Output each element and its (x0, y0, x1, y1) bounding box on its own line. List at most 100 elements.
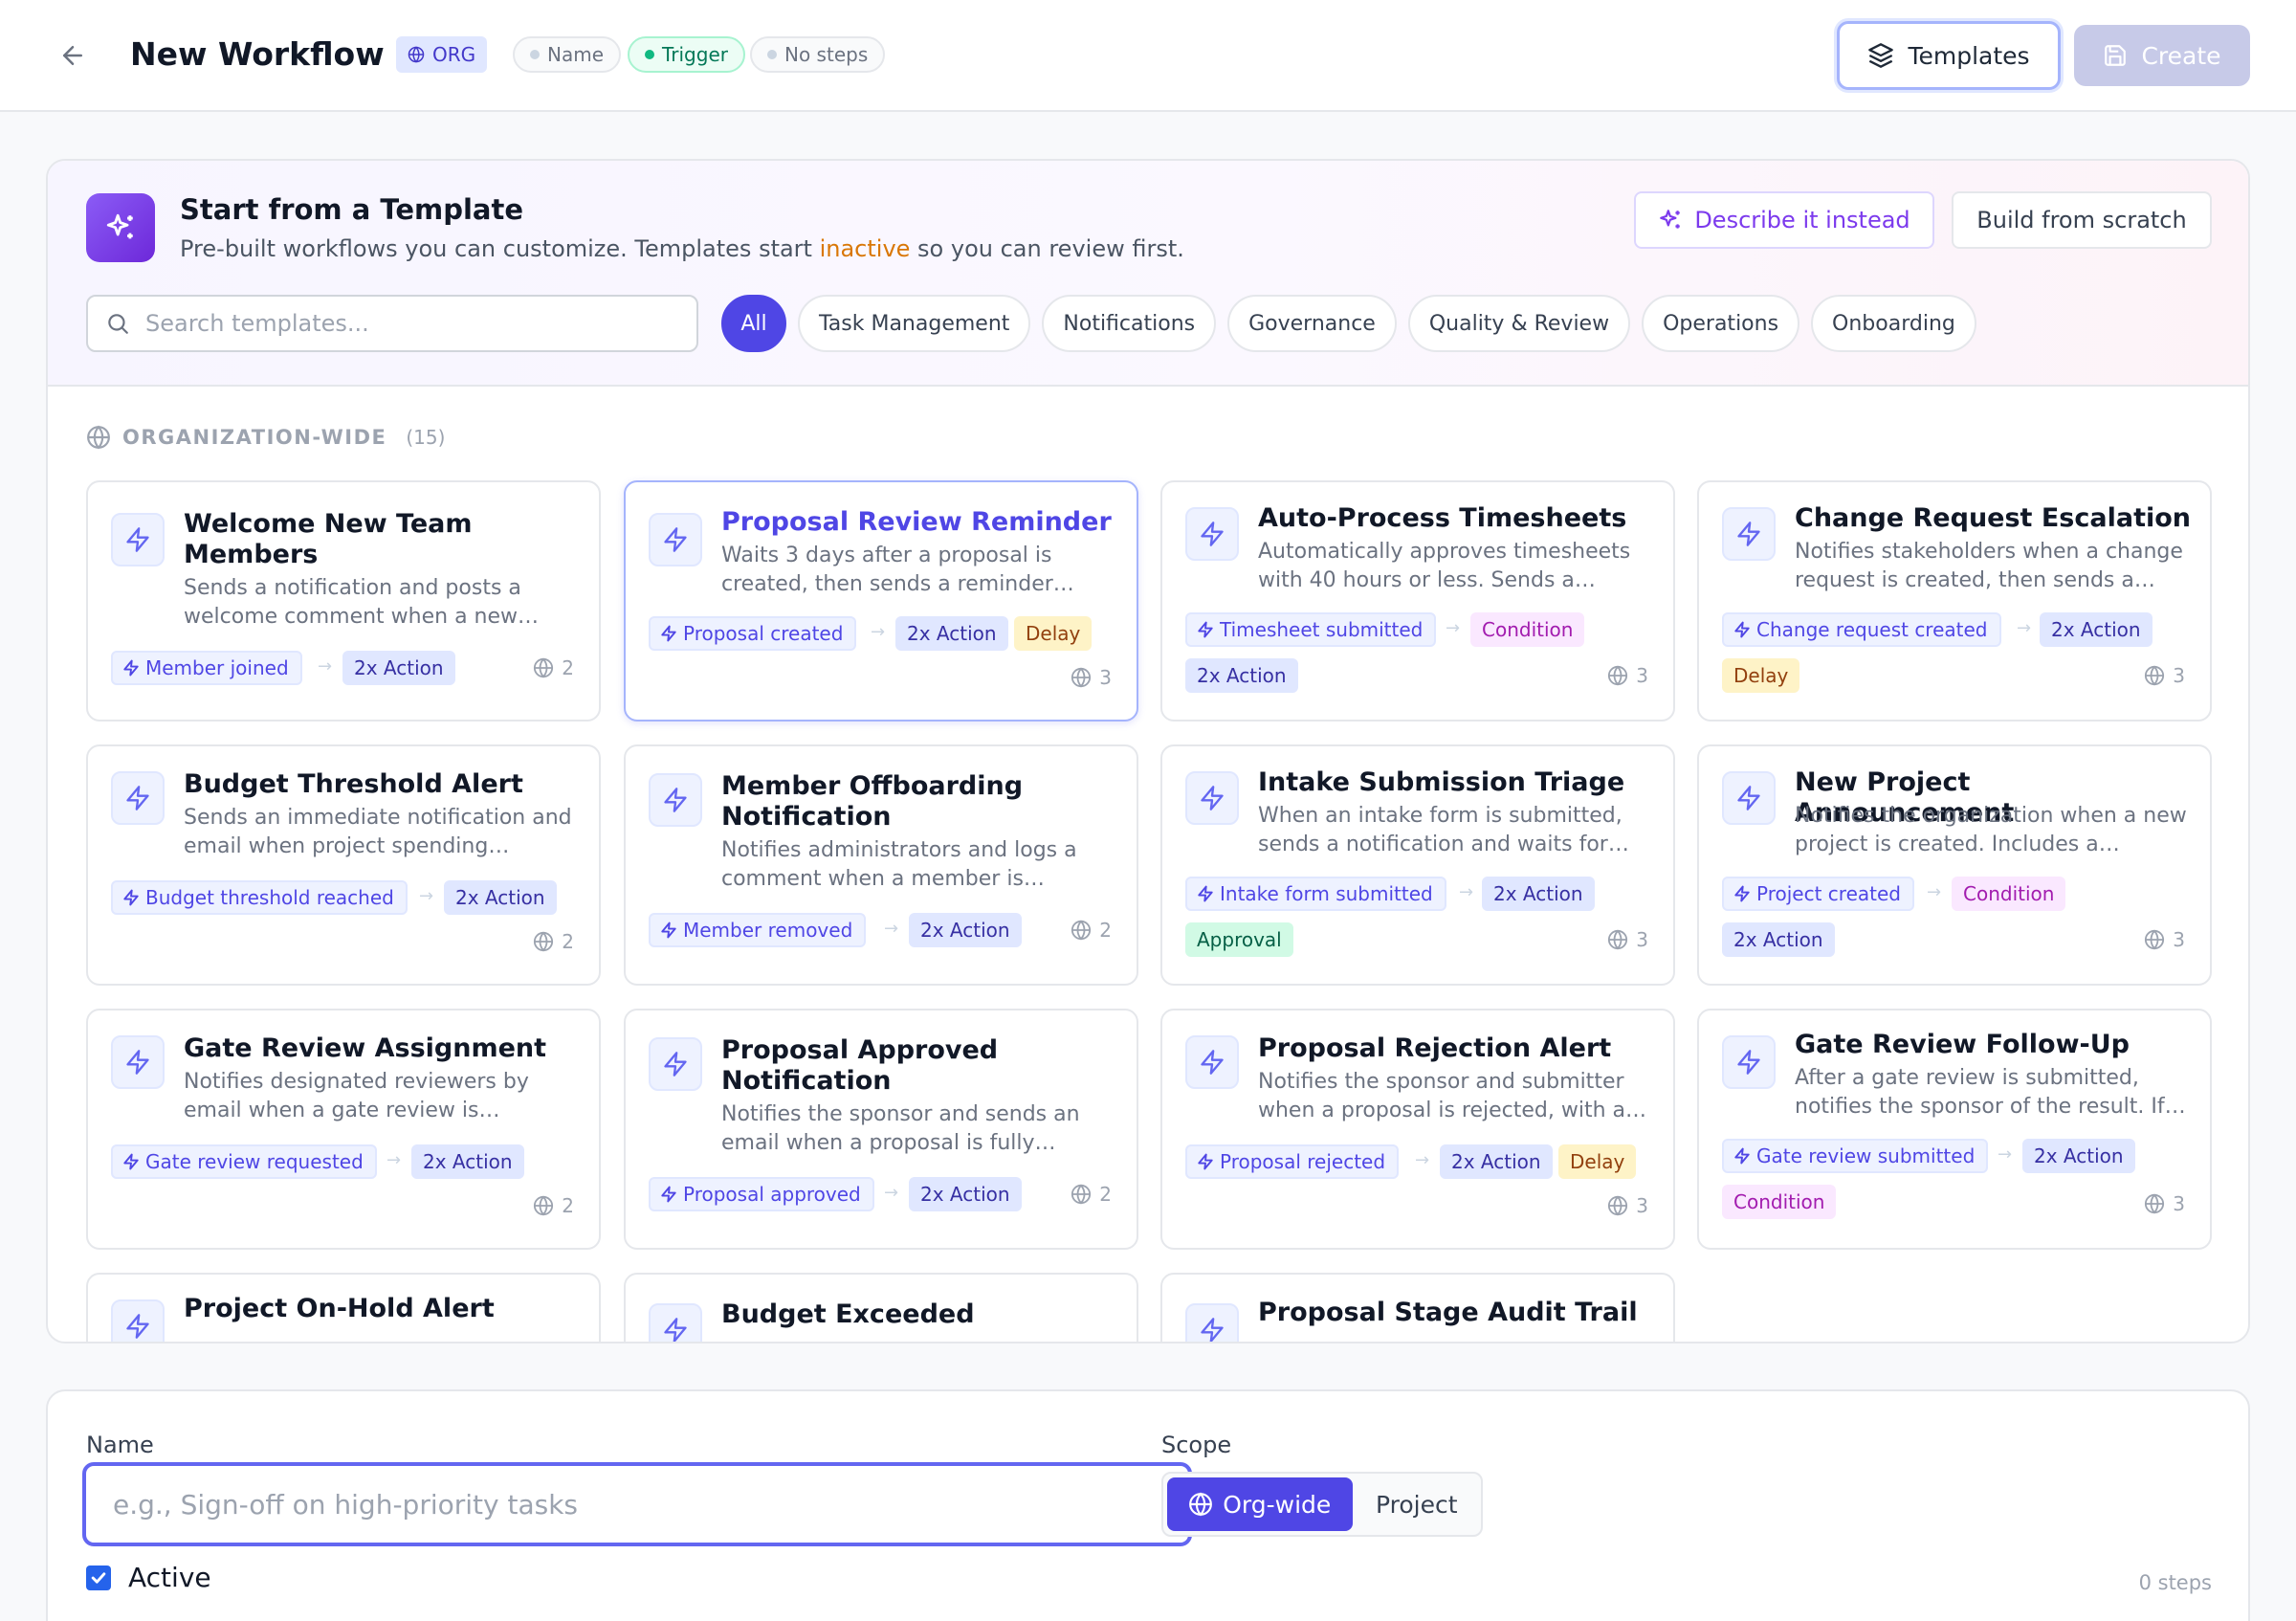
lightning-icon-box (111, 771, 165, 825)
status-trigger-label: Trigger (662, 43, 728, 66)
subtitle-text: Pre-built workflows you can customize. T… (180, 235, 820, 262)
lightning-icon (1734, 885, 1750, 902)
usage-count: 2 (1071, 1183, 1112, 1206)
action-pill: 2x Action (895, 616, 1008, 651)
workflow-form: Name Scope Org-wide Project Active 0 ste… (46, 1389, 2250, 1621)
template-card[interactable]: New Project Announcement Notifies the or… (1697, 744, 2212, 986)
filter-governance[interactable]: Governance (1227, 295, 1397, 352)
card-description: Sends a notification and posts a welcome… (184, 576, 540, 629)
active-toggle[interactable]: Active (86, 1562, 211, 1593)
template-card[interactable]: Project On-Hold Alert (86, 1273, 601, 1342)
globe-icon (1189, 1492, 1213, 1517)
usage-count-value: 2 (562, 656, 574, 679)
trigger-pill: Intake form submitted (1185, 877, 1446, 911)
arrow-right-icon: → (884, 1183, 899, 1203)
lightning-icon (126, 786, 149, 810)
active-checkbox[interactable] (86, 1565, 111, 1590)
check-icon (91, 1571, 106, 1584)
category-filters: All Task Management Notifications Govern… (721, 295, 1976, 352)
lightning-icon (1198, 1153, 1213, 1170)
filter-notifications[interactable]: Notifications (1042, 295, 1217, 352)
trigger-pill: Gate review requested (111, 1144, 377, 1179)
globe-icon (1608, 1195, 1628, 1216)
name-input[interactable] (82, 1462, 1192, 1546)
globe-icon (1608, 665, 1628, 686)
create-button[interactable]: Create (2074, 25, 2250, 86)
lightning-icon (664, 1052, 687, 1077)
trigger-label: Intake form submitted (1220, 882, 1433, 905)
trigger-pill: Change request created (1722, 612, 2001, 647)
usage-count: 2 (533, 930, 574, 953)
template-card[interactable]: Proposal Rejection Alert Notifies the sp… (1160, 1009, 1675, 1250)
arrow-right-icon: → (1998, 1144, 2013, 1165)
filter-onboarding[interactable]: Onboarding (1811, 295, 1976, 352)
card-description: When an intake form is submitted, sends … (1258, 804, 1629, 856)
condition-pill: Condition (1722, 1185, 1837, 1219)
template-card[interactable]: Change Request Escalation Notifies stake… (1697, 480, 2212, 722)
trigger-label: Gate review submitted (1756, 1144, 1976, 1167)
lightning-icon (661, 1186, 676, 1203)
arrow-right-icon: → (1927, 882, 1942, 902)
template-card[interactable]: Proposal Approved Notification Notifies … (624, 1009, 1138, 1250)
lightning-icon (1201, 1318, 1224, 1342)
globe-icon (408, 46, 425, 63)
card-title: Auto-Process Timesheets (1258, 503, 1627, 533)
lightning-icon (1201, 522, 1224, 546)
template-card[interactable]: Member Offboarding Notification Notifies… (624, 744, 1138, 986)
trigger-label: Proposal created (683, 622, 844, 645)
template-card[interactable]: Gate Review Follow-Up After a gate revie… (1697, 1009, 2212, 1250)
templates-button[interactable]: Templates (1837, 21, 2061, 90)
back-button[interactable] (52, 38, 94, 73)
template-search[interactable] (86, 295, 698, 352)
template-card[interactable]: Proposal Stage Audit Trail (1160, 1273, 1675, 1342)
status-dot (530, 50, 540, 59)
lightning-icon (123, 1153, 139, 1170)
filter-operations[interactable]: Operations (1642, 295, 1800, 352)
template-card[interactable]: Welcome New Team Members Sends a notific… (86, 480, 601, 722)
scope-project-option[interactable]: Project (1357, 1477, 1477, 1531)
lightning-icon-box (649, 513, 702, 566)
lightning-icon-box (1185, 1303, 1239, 1342)
filter-all[interactable]: All (721, 295, 786, 352)
layers-icon (1868, 43, 1894, 68)
lightning-icon (126, 1314, 149, 1339)
card-title: Proposal Review Reminder (721, 507, 1112, 537)
card-title: Intake Submission Triage (1258, 767, 1625, 797)
card-description: Notifies the sponsor and sends an email … (721, 1102, 1080, 1155)
usage-count: 3 (2144, 664, 2185, 687)
lightning-icon-box (649, 1303, 702, 1342)
arrow-right-icon: → (871, 622, 886, 642)
templates-panel: Start from a Template Pre-built workflow… (46, 159, 2250, 1343)
trigger-pill: Timesheet submitted (1185, 612, 1437, 647)
template-card[interactable]: Intake Submission Triage When an intake … (1160, 744, 1675, 986)
build-from-scratch-button[interactable]: Build from scratch (1952, 191, 2212, 249)
arrow-right-icon: → (884, 919, 899, 939)
page-title: New Workflow (130, 35, 385, 73)
trigger-label: Project created (1756, 882, 1901, 905)
filter-task-management[interactable]: Task Management (798, 295, 1031, 352)
template-card[interactable]: Auto-Process Timesheets Automatically ap… (1160, 480, 1675, 722)
scope-org-wide-option[interactable]: Org-wide (1167, 1477, 1353, 1531)
lightning-icon-box (649, 773, 702, 827)
template-card[interactable]: Gate Review Assignment Notifies designat… (86, 1009, 601, 1250)
globe-icon (2145, 929, 2165, 950)
delay-pill: Delay (1722, 658, 1800, 693)
action-pill: 2x Action (909, 913, 1022, 947)
template-card[interactable]: Budget Exceeded (624, 1273, 1138, 1342)
lightning-icon-box (1722, 771, 1776, 825)
usage-count: 2 (533, 1194, 574, 1217)
templates-header: Start from a Template Pre-built workflow… (48, 161, 2248, 387)
action-pill: 2x Action (909, 1177, 1022, 1211)
card-title: Project On-Hold Alert (184, 1294, 495, 1323)
arrow-right-icon: → (318, 656, 333, 677)
search-input[interactable] (145, 310, 662, 337)
usage-count-value: 3 (1636, 1194, 1648, 1217)
globe-icon (534, 1195, 554, 1216)
filter-quality-review[interactable]: Quality & Review (1407, 295, 1631, 352)
scope-toggle: Org-wide Project (1161, 1472, 1483, 1537)
describe-instead-button[interactable]: Describe it instead (1634, 191, 1934, 249)
action-pill: 2x Action (1185, 658, 1298, 693)
trigger-label: Change request created (1756, 618, 1988, 641)
template-card-selected[interactable]: Proposal Review Reminder Waits 3 days af… (624, 480, 1138, 722)
template-card[interactable]: Budget Threshold Alert Sends an immediat… (86, 744, 601, 986)
